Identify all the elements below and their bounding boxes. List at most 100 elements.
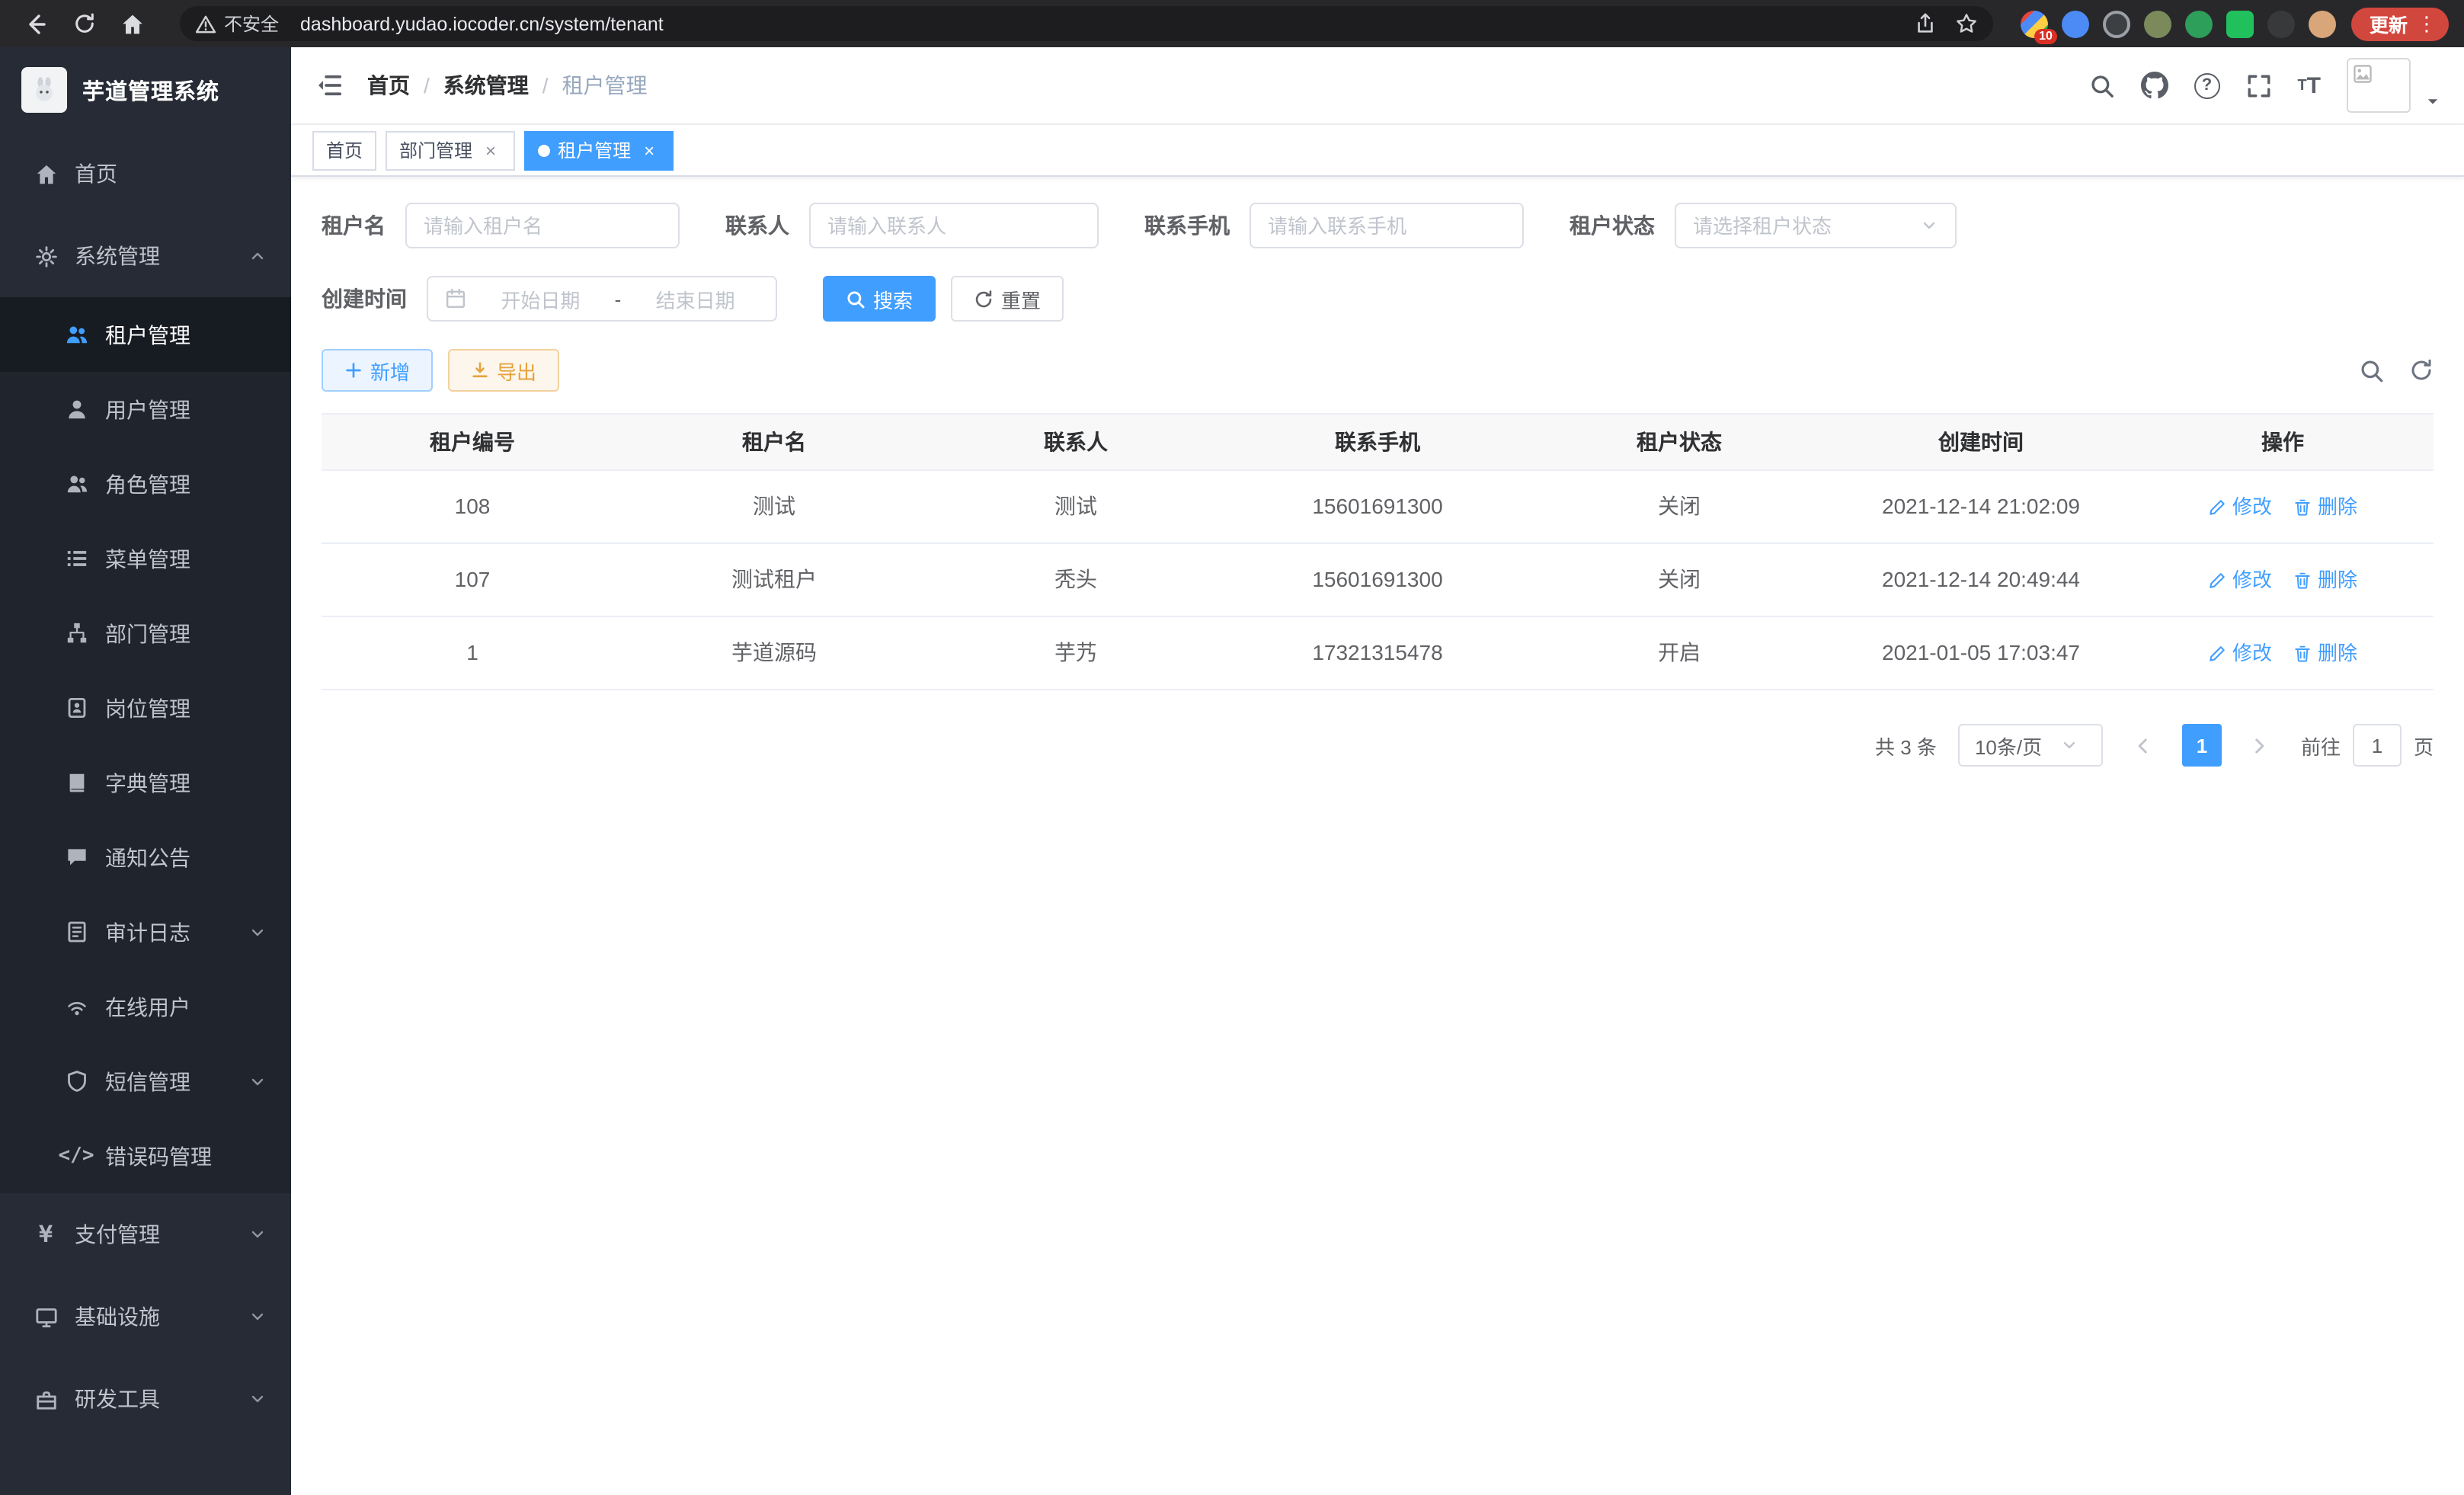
search-button[interactable]: 搜索 xyxy=(823,276,936,322)
sidebar-item-error-code[interactable]: </> 错误码管理 xyxy=(0,1119,291,1193)
page-size-select[interactable]: 10条/页 xyxy=(1958,724,2103,767)
user-menu-caret-icon[interactable] xyxy=(2424,93,2441,113)
sidebar-item-infra[interactable]: 基础设施 xyxy=(0,1276,291,1358)
book-icon xyxy=(64,770,88,795)
toggle-search-icon[interactable] xyxy=(2359,357,2385,383)
refresh-table-icon[interactable] xyxy=(2409,358,2434,383)
yen-icon: ¥ xyxy=(34,1222,58,1247)
tab-tenant[interactable]: 租户管理 × xyxy=(524,130,674,170)
contact-name-input[interactable] xyxy=(827,214,1080,237)
tenant-status-label: 租户状态 xyxy=(1570,210,1655,241)
breadcrumb-system[interactable]: 系统管理 xyxy=(443,70,529,101)
address-bar[interactable]: 不安全 dashboard.yudao.iocoder.cn/system/te… xyxy=(180,6,1993,41)
extension-icon-7[interactable] xyxy=(2267,10,2295,37)
browser-reload-icon[interactable] xyxy=(64,4,104,43)
sidebar-item-dept[interactable]: 部门管理 xyxy=(0,596,291,671)
toolbox-icon xyxy=(34,1387,58,1411)
log-icon xyxy=(64,920,88,944)
logo-image xyxy=(21,67,67,113)
extension-icon-2[interactable] xyxy=(2062,10,2089,37)
extension-icon-1[interactable] xyxy=(2021,10,2048,37)
sidebar-item-sms[interactable]: 短信管理 xyxy=(0,1044,291,1119)
sidebar-item-dict[interactable]: 字典管理 xyxy=(0,745,291,820)
sidebar-item-menu[interactable]: 菜单管理 xyxy=(0,521,291,596)
profile-avatar-icon[interactable] xyxy=(2309,10,2336,37)
github-icon[interactable] xyxy=(2140,72,2168,99)
shield-icon xyxy=(64,1069,88,1093)
prev-page-button[interactable] xyxy=(2124,724,2164,767)
sidebar-item-post[interactable]: 岗位管理 xyxy=(0,671,291,745)
chevron-down-icon xyxy=(1920,216,1938,235)
tenant-status-select[interactable] xyxy=(1675,203,1957,248)
browser-menu-icon[interactable]: ⋮ xyxy=(2417,11,2437,36)
browser-update-button[interactable]: 更新 ⋮ xyxy=(2351,7,2449,40)
extension-icon-6[interactable] xyxy=(2226,10,2254,37)
chevron-down-icon xyxy=(2059,736,2089,754)
goto-page-input[interactable] xyxy=(2353,724,2402,767)
bookmark-star-icon[interactable] xyxy=(1955,12,1978,35)
user-avatar[interactable] xyxy=(2347,58,2411,113)
close-icon[interactable]: × xyxy=(638,139,660,161)
extension-icon-5[interactable] xyxy=(2185,10,2213,37)
trash-icon xyxy=(2293,498,2312,516)
browser-home-icon[interactable] xyxy=(113,4,152,43)
delete-button[interactable]: 删除 xyxy=(2293,471,2357,543)
contact-mobile-input[interactable] xyxy=(1268,214,1506,237)
share-icon[interactable] xyxy=(1914,12,1937,35)
security-chip[interactable]: 不安全 xyxy=(195,11,279,37)
edit-button[interactable]: 修改 xyxy=(2208,617,2272,689)
sidebar-item-home[interactable]: 首页 xyxy=(0,133,291,215)
delete-button[interactable]: 删除 xyxy=(2293,544,2357,616)
sidebar-item-payment[interactable]: ¥ 支付管理 xyxy=(0,1193,291,1276)
end-date-placeholder[interactable]: 结束日期 xyxy=(632,284,759,313)
pagination-total: 共 3 条 xyxy=(1875,731,1937,760)
reset-button[interactable]: 重置 xyxy=(951,276,1064,322)
sidebar-logo[interactable]: 芋道管理系统 xyxy=(0,47,291,133)
add-button[interactable]: 新增 xyxy=(322,349,433,392)
export-button[interactable]: 导出 xyxy=(448,349,559,392)
help-icon[interactable]: ? xyxy=(2194,72,2219,98)
sidebar-item-notice[interactable]: 通知公告 xyxy=(0,820,291,895)
filter-form-row-2: 创建时间 开始日期 - 结束日期 搜索 xyxy=(322,276,2434,322)
breadcrumb-home[interactable]: 首页 xyxy=(367,70,410,101)
extension-icon-3[interactable] xyxy=(2103,10,2130,37)
tab-dept[interactable]: 部门管理 × xyxy=(386,130,515,170)
sidebar-item-system[interactable]: 系统管理 xyxy=(0,215,291,297)
header-search-icon[interactable] xyxy=(2088,72,2114,98)
edit-button[interactable]: 修改 xyxy=(2208,471,2272,543)
chevron-down-icon xyxy=(248,1308,267,1326)
chevron-down-icon xyxy=(248,1390,267,1408)
tenant-status-select-input[interactable] xyxy=(1693,214,1914,237)
next-page-button[interactable] xyxy=(2240,724,2280,767)
table-row: 1 芋道源码 芋艿 17321315478 开启 2021-01-05 17:0… xyxy=(322,617,2434,690)
font-size-icon[interactable]: TT xyxy=(2297,72,2321,98)
close-icon[interactable]: × xyxy=(480,139,501,161)
navbar-actions: ? TT xyxy=(2088,58,2441,113)
tenant-name-input[interactable] xyxy=(424,214,661,237)
sidebar-collapse-icon[interactable] xyxy=(315,72,343,99)
filter-form-row-1: 租户名 联系人 联系手机 xyxy=(322,203,2434,248)
monitor-icon xyxy=(34,1305,58,1329)
app-title: 芋道管理系统 xyxy=(82,74,219,106)
sidebar-item-role[interactable]: 角色管理 xyxy=(0,447,291,521)
browser-back-icon[interactable] xyxy=(15,4,55,43)
edit-icon xyxy=(2208,571,2226,589)
sidebar-item-user[interactable]: 用户管理 xyxy=(0,372,291,447)
sidebar-item-dev-tools[interactable]: 研发工具 xyxy=(0,1358,291,1440)
plus-icon xyxy=(344,361,363,379)
sidebar-item-tenant[interactable]: 租户管理 xyxy=(0,297,291,372)
chevron-down-icon xyxy=(248,1072,267,1090)
tab-home[interactable]: 首页 xyxy=(312,130,376,170)
search-icon xyxy=(846,289,866,309)
sidebar: 芋道管理系统 首页 系统管理 租户管理 用户管理 xyxy=(0,47,291,1495)
extension-icon-4[interactable] xyxy=(2144,10,2171,37)
edit-button[interactable]: 修改 xyxy=(2208,544,2272,616)
create-time-range-picker[interactable]: 开始日期 - 结束日期 xyxy=(427,276,777,322)
fullscreen-icon[interactable] xyxy=(2245,72,2271,98)
start-date-placeholder[interactable]: 开始日期 xyxy=(477,284,604,313)
sidebar-item-audit-log[interactable]: 审计日志 xyxy=(0,895,291,969)
sidebar-item-online-user[interactable]: 在线用户 xyxy=(0,969,291,1044)
url-text[interactable]: dashboard.yudao.iocoder.cn/system/tenant xyxy=(300,13,1914,34)
page-number-button[interactable]: 1 xyxy=(2182,724,2222,767)
delete-button[interactable]: 删除 xyxy=(2293,617,2357,689)
